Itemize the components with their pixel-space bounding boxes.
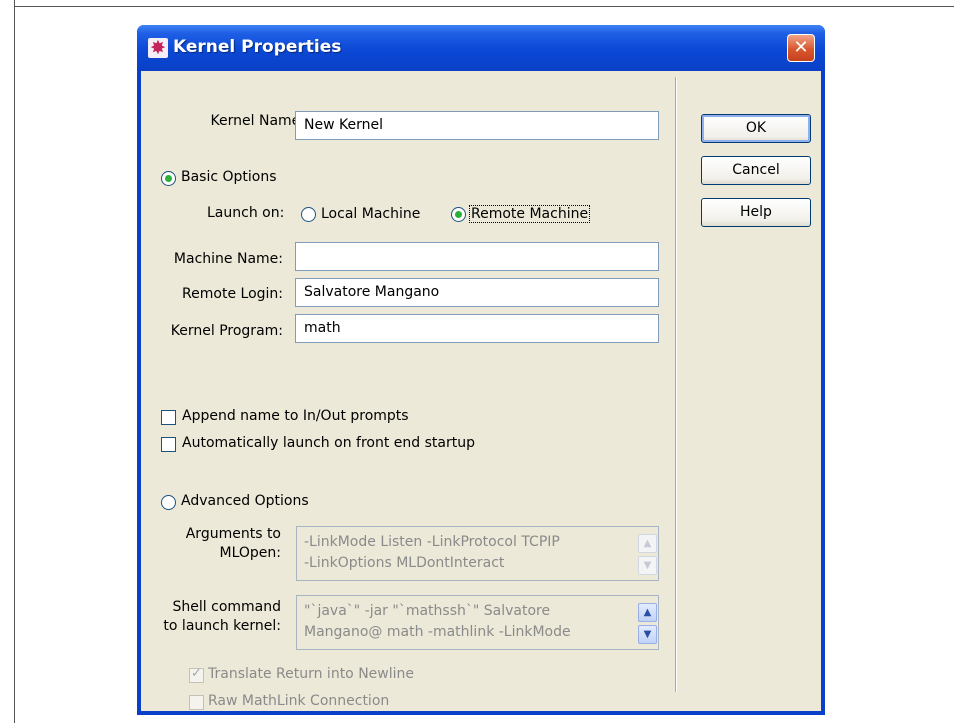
kernel-program-label: Kernel Program: <box>170 323 283 339</box>
raw-mathlink-checkbox[interactable] <box>189 695 204 710</box>
scroll-down-icon[interactable]: ▼ <box>638 625 657 644</box>
local-machine-radio[interactable] <box>301 207 316 222</box>
arguments-label-line2: MLOpen: <box>219 545 282 561</box>
advanced-options-radio[interactable] <box>161 495 176 510</box>
scroll-down-icon[interactable]: ▼ <box>638 556 657 575</box>
page-frame-top <box>14 6 954 7</box>
append-name-label[interactable]: Append name to In/Out prompts <box>182 408 409 424</box>
cancel-button[interactable]: Cancel <box>701 156 811 185</box>
checkmark-icon: ✓ <box>191 666 202 681</box>
scroll-up-icon[interactable]: ▲ <box>638 603 657 622</box>
page-frame-left <box>14 0 15 723</box>
kernel-properties-dialog: ✸ Kernel Properties ✕ Kernel Name: New K… <box>137 25 825 715</box>
shell-command-label-line1: Shell command <box>172 599 281 615</box>
translate-return-checkbox[interactable]: ✓ <box>189 666 204 683</box>
kernel-name-label: Kernel Name: <box>210 113 305 129</box>
basic-options-label[interactable]: Basic Options <box>181 169 277 185</box>
append-name-checkbox[interactable] <box>161 410 176 425</box>
arguments-line1: -LinkMode Listen -LinkProtocol TCPIP <box>304 534 560 550</box>
machine-name-field[interactable] <box>295 242 659 271</box>
kernel-name-field[interactable]: New Kernel <box>295 111 659 140</box>
remote-machine-label[interactable]: Remote Machine <box>469 205 591 223</box>
scroll-up-icon[interactable]: ▲ <box>638 534 657 553</box>
local-machine-label[interactable]: Local Machine <box>321 206 420 222</box>
launch-on-label: Launch on: <box>207 205 285 221</box>
shell-command-line2: Mangano@ math -mathlink -LinkMode <box>304 624 571 640</box>
remote-login-field[interactable]: Salvatore Mangano <box>295 278 659 307</box>
arguments-line2: -LinkOptions MLDontInteract <box>304 555 505 571</box>
shell-command-scrollbar[interactable]: ▲ ▼ <box>638 597 657 648</box>
auto-launch-checkbox[interactable] <box>161 437 176 452</box>
ok-button[interactable]: OK <box>701 114 811 143</box>
remote-machine-radio[interactable] <box>451 207 466 222</box>
raw-mathlink-label[interactable]: Raw MathLink Connection <box>208 693 389 709</box>
kernel-program-field[interactable]: math <box>295 314 659 343</box>
arguments-scrollbar[interactable]: ▲ ▼ <box>638 528 657 579</box>
kernel-app-icon: ✸ <box>148 38 168 58</box>
help-button[interactable]: Help <box>701 198 811 227</box>
close-button[interactable]: ✕ <box>787 34 815 62</box>
basic-options-radio[interactable] <box>161 171 176 186</box>
dialog-client-area: Kernel Name: New Kernel Basic Options La… <box>141 71 821 711</box>
arguments-textarea[interactable]: -LinkMode Listen -LinkProtocol TCPIP -Li… <box>296 526 659 581</box>
remote-login-label: Remote Login: <box>182 286 283 302</box>
dialog-title: Kernel Properties <box>173 37 342 57</box>
auto-launch-label[interactable]: Automatically launch on front end startu… <box>182 435 475 451</box>
shell-command-line1: "`java`" -jar "`mathssh`" Salvatore <box>304 603 551 619</box>
machine-name-label: Machine Name: <box>173 251 283 267</box>
vertical-separator <box>675 77 677 692</box>
translate-return-label[interactable]: Translate Return into Newline <box>208 666 414 682</box>
advanced-options-label[interactable]: Advanced Options <box>181 493 309 509</box>
arguments-label-line1: Arguments to <box>185 526 281 542</box>
title-bar[interactable]: ✸ Kernel Properties ✕ <box>137 25 825 71</box>
shell-command-label-line2: to launch kernel: <box>163 618 281 634</box>
shell-command-textarea[interactable]: "`java`" -jar "`mathssh`" Salvatore Mang… <box>296 595 659 650</box>
